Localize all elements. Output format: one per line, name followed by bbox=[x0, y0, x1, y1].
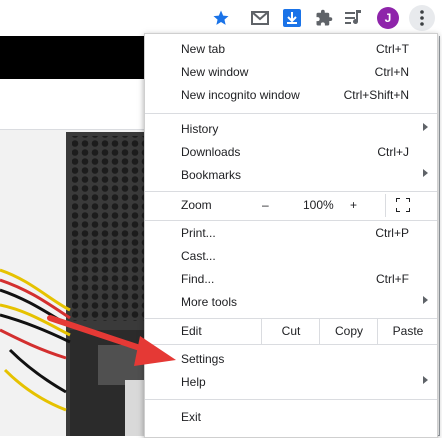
menu-item-shortcut: Ctrl+P bbox=[375, 226, 409, 240]
extensions-icon[interactable] bbox=[313, 7, 335, 29]
page-header-bar bbox=[0, 36, 150, 79]
menu-row-zoom: Zoom – 100% + bbox=[145, 194, 437, 217]
menu-item-label: Find... bbox=[181, 272, 215, 286]
zoom-in-button[interactable]: + bbox=[350, 198, 357, 212]
browser-toolbar: J bbox=[0, 0, 442, 36]
more-menu-icon[interactable] bbox=[409, 5, 435, 31]
menu-item-label: New tab bbox=[181, 42, 226, 56]
menu-item-shortcut: Ctrl+J bbox=[377, 145, 409, 159]
menu-separator bbox=[145, 113, 437, 114]
cut-button[interactable]: Cut bbox=[261, 319, 320, 344]
star-icon[interactable] bbox=[210, 7, 232, 29]
page-white-area bbox=[0, 79, 150, 130]
power-supply-photo bbox=[0, 130, 150, 436]
menu-item-label: Print... bbox=[181, 226, 216, 240]
submenu-arrow-icon bbox=[423, 376, 428, 384]
menu-separator bbox=[145, 399, 437, 400]
menu-separator bbox=[145, 191, 437, 192]
submenu-arrow-icon bbox=[423, 296, 428, 304]
menu-item-label: New window bbox=[181, 65, 249, 79]
submenu-arrow-icon bbox=[423, 169, 428, 177]
menu-item-label: Cast... bbox=[181, 249, 216, 263]
menu-separator bbox=[145, 220, 437, 221]
menu-item-label: History bbox=[181, 122, 219, 136]
zoom-level: 100% bbox=[303, 198, 334, 212]
menu-item-label: Downloads bbox=[181, 145, 241, 159]
media-control-icon[interactable] bbox=[343, 7, 365, 29]
menu-item-bookmarks[interactable]: Bookmarks bbox=[145, 164, 437, 187]
menu-item-label: Help bbox=[181, 375, 206, 389]
menu-item-downloads[interactable]: Downloads Ctrl+J bbox=[145, 141, 437, 164]
menu-row-edit: Edit Cut Copy Paste bbox=[145, 319, 437, 344]
menu-item-shortcut: Ctrl+F bbox=[376, 272, 409, 286]
menu-item-shortcut: Ctrl+N bbox=[374, 65, 409, 79]
copy-button[interactable]: Copy bbox=[319, 319, 378, 344]
zoom-out-button[interactable]: – bbox=[262, 198, 269, 212]
menu-item-exit[interactable]: Exit bbox=[145, 406, 437, 429]
paste-button[interactable]: Paste bbox=[377, 319, 438, 344]
fullscreen-icon[interactable] bbox=[395, 197, 411, 213]
menu-item-print[interactable]: Print... Ctrl+P bbox=[145, 222, 437, 245]
menu-item-label: Bookmarks bbox=[181, 168, 242, 182]
menu-item-new-incognito-window[interactable]: New incognito window Ctrl+Shift+N bbox=[145, 84, 437, 107]
avatar-letter: J bbox=[377, 7, 399, 29]
menu-item-new-tab[interactable]: New tab Ctrl+T bbox=[145, 38, 437, 61]
menu-item-find[interactable]: Find... Ctrl+F bbox=[145, 268, 437, 291]
profile-avatar[interactable]: J bbox=[377, 7, 399, 29]
menu-item-label: Exit bbox=[181, 410, 202, 424]
chrome-main-menu: New tab Ctrl+T New window Ctrl+N New inc… bbox=[144, 33, 438, 438]
menu-item-label: More tools bbox=[181, 295, 238, 309]
menu-item-help[interactable]: Help bbox=[145, 371, 437, 394]
menu-item-more-tools[interactable]: More tools bbox=[145, 291, 437, 314]
menu-item-settings[interactable]: Settings bbox=[145, 348, 437, 371]
zoom-label: Zoom bbox=[181, 198, 212, 212]
menu-item-label: Settings bbox=[181, 352, 225, 366]
submenu-arrow-icon bbox=[423, 123, 428, 131]
menu-item-new-window[interactable]: New window Ctrl+N bbox=[145, 61, 437, 84]
zoom-divider bbox=[385, 194, 386, 217]
menu-separator bbox=[145, 344, 437, 345]
download-icon[interactable] bbox=[281, 7, 303, 29]
menu-item-label: New incognito window bbox=[181, 88, 300, 102]
edit-label: Edit bbox=[181, 324, 202, 338]
menu-item-cast[interactable]: Cast... bbox=[145, 245, 437, 268]
menu-item-shortcut: Ctrl+Shift+N bbox=[343, 88, 409, 102]
menu-item-shortcut: Ctrl+T bbox=[376, 42, 409, 56]
gmail-icon[interactable] bbox=[249, 7, 271, 29]
menu-item-history[interactable]: History bbox=[145, 118, 437, 141]
